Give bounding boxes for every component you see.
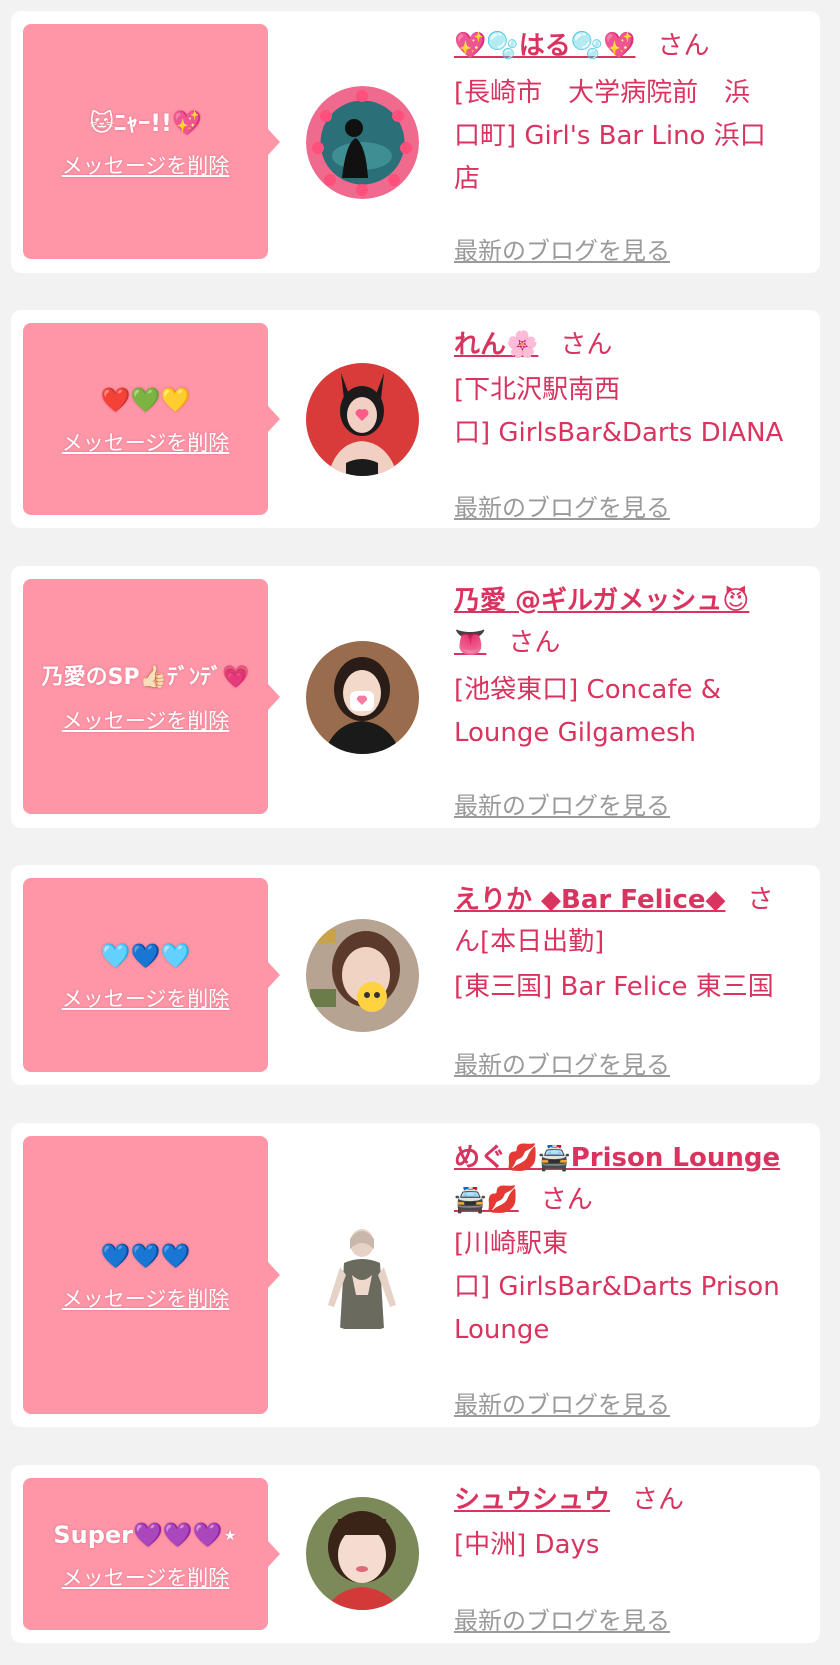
delete-message-link[interactable]: メッセージを削除 [62, 150, 230, 180]
honorific: ん [454, 927, 481, 957]
cast-info: れん🌸 さん [下北沢駅南西 口] GirlsBar&Darts DIANA 最新… [454, 324, 814, 522]
latest-blog-link[interactable]: 最新のブログを見る [454, 231, 670, 266]
shop-line: 店 [454, 164, 481, 194]
shop-line: 口] GirlsBar&Darts DIANA [454, 418, 784, 448]
honorific: さん [540, 1185, 593, 1215]
message-bubble: 🩵💙🩵 メッセージを削除 [23, 878, 280, 1072]
cast-name-link[interactable]: 👅 [454, 628, 486, 658]
message-bubble: ❤️💚💛 メッセージを削除 [23, 323, 280, 515]
delete-message-link[interactable]: メッセージを削除 [62, 427, 230, 457]
cast-name-line: 👅 さん [454, 622, 814, 664]
latest-blog-link[interactable]: 最新のブログを見る [454, 1385, 670, 1420]
cast-name-line: 💖🫧はる🫧💖 さん [454, 25, 814, 67]
shop-line: [池袋東口] Concafe & [454, 675, 722, 705]
cast-info: シュウシュウ さん [中洲] Days 最新のブログを見る [454, 1479, 814, 1635]
favorite-card: 🩵💙🩵 メッセージを削除 えりか ◆Bar Felice◆ さ ん[本日出勤] [… [11, 865, 820, 1085]
message-text: 🩵💙🩵 [100, 942, 191, 970]
cast-info: めぐ💋🚔Prison Lounge 🚔💋 さん [川崎駅東 口] GirlsBar… [454, 1137, 814, 1419]
honorific: さん [560, 330, 613, 360]
latest-blog-link[interactable]: 最新のブログを見る [454, 1045, 670, 1080]
message-text: Super💜💜💜⋆ [53, 1521, 238, 1549]
favorite-card: ❤️💚💛 メッセージを削除 れん🌸 さん [下北沢駅南西 口] GirlsBar&… [11, 310, 820, 528]
shop-line: 口] GirlsBar&Darts Prison [454, 1272, 780, 1302]
honorific: さん [657, 31, 710, 61]
cast-name-line: れん🌸 さん [454, 324, 814, 366]
message-text: 💙💙💙 [100, 1242, 191, 1270]
cast-name-link[interactable]: えりか ◆Bar Felice◆ [454, 885, 726, 915]
avatar[interactable] [306, 1219, 419, 1332]
cast-info: 💖🫧はる🫧💖 さん [長崎市 大学病院前 浜 口町] Girl's Bar Lin… [454, 25, 814, 265]
shop-line: [長崎市 大学病院前 浜 [454, 78, 751, 108]
latest-blog-link[interactable]: 最新のブログを見る [454, 488, 670, 523]
delete-message-link[interactable]: メッセージを削除 [62, 1283, 230, 1313]
shop-line: [中洲] Days [454, 1530, 600, 1560]
work-status: [本日出勤] [480, 927, 605, 957]
honorific: さん [632, 1485, 685, 1515]
delete-message-link[interactable]: メッセージを削除 [62, 705, 230, 735]
cast-name-link[interactable]: シュウシュウ [454, 1485, 610, 1515]
shop-line: [東三国] Bar Felice 東三国 [454, 972, 774, 1002]
cast-info: 乃愛 @ギルガメッシュ😈 👅 さん [池袋東口] Concafe & Lounge… [454, 580, 814, 820]
cast-name-link[interactable]: れん🌸 [454, 330, 538, 360]
avatar[interactable] [306, 363, 419, 476]
cast-name-link[interactable]: めぐ💋🚔Prison Lounge [454, 1143, 780, 1173]
message-bubble: Super💜💜💜⋆ メッセージを削除 [23, 1478, 280, 1630]
avatar[interactable] [306, 1497, 419, 1610]
shop-line: Lounge [454, 1315, 550, 1345]
shop-line: 口町] Girl's Bar Lino 浜口 [454, 121, 766, 151]
shop-line: [下北沢駅南西 [454, 375, 621, 405]
cast-name-line: シュウシュウ さん [454, 1479, 814, 1521]
message-bubble: 🐱ﾆｬｰ!!💖 メッセージを削除 [23, 24, 280, 259]
cast-name-line: 乃愛 @ギルガメッシュ😈 [454, 580, 814, 622]
cast-name-line: えりか ◆Bar Felice◆ さ [454, 879, 814, 921]
avatar[interactable] [306, 86, 419, 199]
delete-message-link[interactable]: メッセージを削除 [62, 983, 230, 1013]
latest-blog-link[interactable]: 最新のブログを見る [454, 786, 670, 821]
message-text: ❤️💚💛 [100, 386, 191, 414]
shop-line: Lounge Gilgamesh [454, 718, 697, 748]
favorite-card: 🐱ﾆｬｰ!!💖 メッセージを削除 💖🫧はる🫧💖 さん [長崎市 大学病院前 浜 口… [11, 11, 820, 273]
cast-info: えりか ◆Bar Felice◆ さ ん[本日出勤] [東三国] Bar Feli… [454, 879, 814, 1079]
shop-line: ん[本日出勤] [454, 921, 814, 964]
cast-name-link[interactable]: 乃愛 @ギルガメッシュ😈 [454, 586, 749, 616]
delete-message-link[interactable]: メッセージを削除 [62, 1562, 230, 1592]
cast-name-line: 🚔💋 さん [454, 1179, 814, 1221]
honorific: さ [747, 885, 774, 915]
avatar[interactable] [306, 919, 419, 1032]
cast-name-link[interactable]: 💖🫧はる🫧💖 [454, 31, 636, 61]
honorific: さん [508, 628, 561, 658]
favorite-card: Super💜💜💜⋆ メッセージを削除 シュウシュウ さん [中洲] Days 最新… [11, 1465, 820, 1643]
message-text: 🐱ﾆｬｰ!!💖 [89, 108, 202, 137]
message-text: 乃愛のSP👍🏻ﾃﾞﾝﾃﾞ💗 [41, 664, 250, 690]
favorite-card: 💙💙💙 メッセージを削除 めぐ💋🚔Prison Lounge 🚔💋 さん [川崎駅… [11, 1123, 820, 1427]
latest-blog-link[interactable]: 最新のブログを見る [454, 1601, 670, 1636]
cast-name-line: めぐ💋🚔Prison Lounge [454, 1137, 814, 1179]
avatar[interactable] [306, 641, 419, 754]
message-bubble: 乃愛のSP👍🏻ﾃﾞﾝﾃﾞ💗 メッセージを削除 [23, 579, 280, 814]
message-bubble: 💙💙💙 メッセージを削除 [23, 1136, 280, 1414]
favorite-card: 乃愛のSP👍🏻ﾃﾞﾝﾃﾞ💗 メッセージを削除 乃愛 @ギルガメッシュ😈 👅 さん … [11, 566, 820, 828]
cast-name-link[interactable]: 🚔💋 [454, 1185, 519, 1215]
shop-line: [川崎駅東 [454, 1229, 569, 1259]
